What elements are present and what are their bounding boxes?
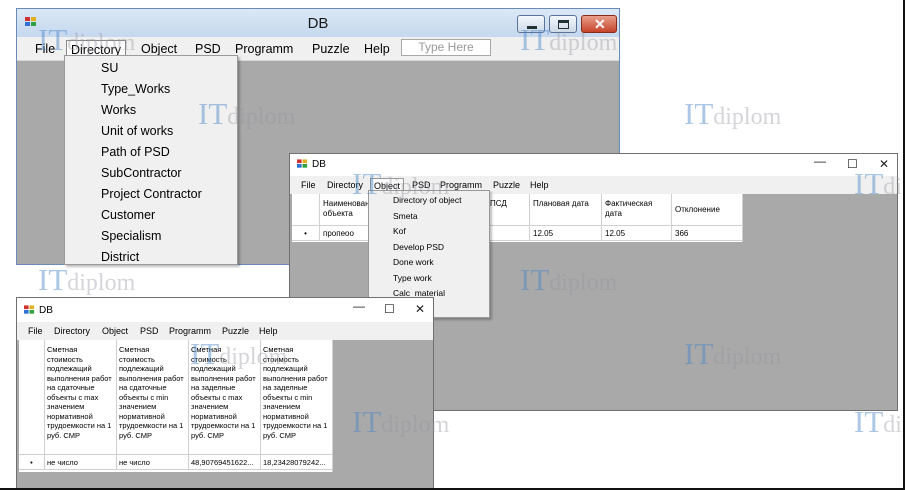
column-header[interactable]: Фактическая дата <box>602 194 672 226</box>
menu-item-su[interactable]: SU <box>101 61 118 75</box>
table-cell[interactable]: 366 <box>672 226 743 241</box>
table-cell[interactable]: не число <box>45 455 117 470</box>
minimize-button[interactable] <box>517 15 545 33</box>
table-cell[interactable]: пропеоо <box>320 226 370 241</box>
menu-puzzle[interactable]: Puzzle <box>490 178 523 192</box>
menu-item-project-contractor[interactable]: Project Contractor <box>101 187 202 201</box>
app-icon <box>297 159 308 168</box>
menu-item-works[interactable]: Works <box>101 103 136 117</box>
menu-item-done-work[interactable]: Done work <box>393 257 434 267</box>
table-cell[interactable]: не число <box>117 455 189 470</box>
objects-grid: Наименование объекта ПСД Плановая дата Ф… <box>292 194 743 242</box>
row-marker: • <box>19 455 45 470</box>
title-bar[interactable]: DB — ☐ ✕ <box>290 154 897 176</box>
watermark: ITdiplom <box>38 262 136 297</box>
menu-item-directory-of-object[interactable]: Directory of object <box>393 195 462 205</box>
menu-programm[interactable]: Programm <box>231 40 297 58</box>
close-icon[interactable]: ✕ <box>879 157 889 171</box>
row-header-corner <box>292 194 320 226</box>
menu-puzzle[interactable]: Puzzle <box>308 40 354 58</box>
menu-help[interactable]: Help <box>360 40 394 58</box>
column-header[interactable]: Наименование объекта <box>320 194 378 226</box>
table-cell[interactable]: 18,23428079242... <box>261 455 333 470</box>
maximize-button[interactable] <box>549 15 577 33</box>
menu-item-type-work[interactable]: Type work <box>393 273 432 283</box>
menu-help[interactable]: Help <box>527 178 552 192</box>
menu-psd[interactable]: PSD <box>138 324 161 338</box>
type-here-input[interactable]: Type Here <box>401 39 491 56</box>
menu-programm[interactable]: Programm <box>167 324 213 338</box>
estimate-window: DB — ☐ ✕ File Directory Object PSD Progr… <box>16 297 434 490</box>
menu-puzzle[interactable]: Puzzle <box>220 324 251 338</box>
menu-item-district[interactable]: District <box>101 250 139 264</box>
menu-item-subcontractor[interactable]: SubContractor <box>101 166 182 180</box>
maximize-icon[interactable]: ☐ <box>847 157 858 171</box>
menu-file[interactable]: File <box>298 178 319 192</box>
title-bar[interactable]: DB ✕ <box>17 9 619 37</box>
maximize-icon[interactable]: ☐ <box>384 302 395 316</box>
title-bar[interactable]: DB — ☐ ✕ <box>17 298 433 322</box>
table-cell[interactable]: 48,90769451622... <box>189 455 261 470</box>
maximize-icon <box>558 20 569 29</box>
table-cell[interactable]: 12.05 <box>602 226 672 241</box>
close-icon: ✕ <box>594 16 606 32</box>
column-header[interactable]: Сметная стоимость подлежащий выполнения … <box>117 340 189 455</box>
minimize-icon[interactable]: — <box>814 154 826 168</box>
table-cell[interactable]: 12.05 <box>530 226 602 241</box>
menu-item-unit-of-works[interactable]: Unit of works <box>101 124 173 138</box>
watermark: ITdiplom <box>684 96 782 131</box>
menu-item-smeta[interactable]: Smeta <box>393 211 418 221</box>
menu-help[interactable]: Help <box>257 324 280 338</box>
estimate-grid: Сметная стоимость подлежащий выполнения … <box>19 340 333 472</box>
column-header[interactable]: Сметная стоимость подлежащий выполнения … <box>45 340 117 455</box>
menu-item-kof[interactable]: Kof <box>393 226 406 236</box>
close-button[interactable]: ✕ <box>581 15 617 33</box>
menu-item-specialism[interactable]: Specialism <box>101 229 161 243</box>
window-title: DB <box>39 305 53 316</box>
menu-item-type-works[interactable]: Type_Works <box>101 82 170 96</box>
window-title: DB <box>312 159 326 170</box>
row-header-corner <box>19 340 45 455</box>
menu-item-develop-psd[interactable]: Develop PSD <box>393 242 444 252</box>
minimize-icon <box>527 26 537 29</box>
menu-bar: File Directory Object PSD Programm Puzzl… <box>17 322 433 340</box>
app-icon <box>24 305 35 314</box>
minimize-icon[interactable]: — <box>353 299 365 313</box>
menu-object[interactable]: Object <box>100 324 130 338</box>
menu-item-path-of-psd[interactable]: Path of PSD <box>101 145 170 159</box>
menu-item-customer[interactable]: Customer <box>101 208 155 222</box>
menu-file[interactable]: File <box>26 324 45 338</box>
menu-directory[interactable]: Directory <box>324 178 366 192</box>
menu-file[interactable]: File <box>31 40 59 58</box>
column-header[interactable]: Плановая дата <box>530 194 602 226</box>
close-icon[interactable]: ✕ <box>415 302 425 316</box>
column-header[interactable]: Сметная стоимость подлежащий выполнения … <box>261 340 333 455</box>
column-header[interactable]: Отклонение <box>672 194 743 226</box>
menu-directory[interactable]: Directory <box>52 324 92 338</box>
column-header[interactable]: Сметная стоимость подлежащий выполнения … <box>189 340 261 455</box>
directory-dropdown: SU Type_Works Works Unit of works Path o… <box>64 55 238 265</box>
row-marker: • <box>292 226 320 241</box>
